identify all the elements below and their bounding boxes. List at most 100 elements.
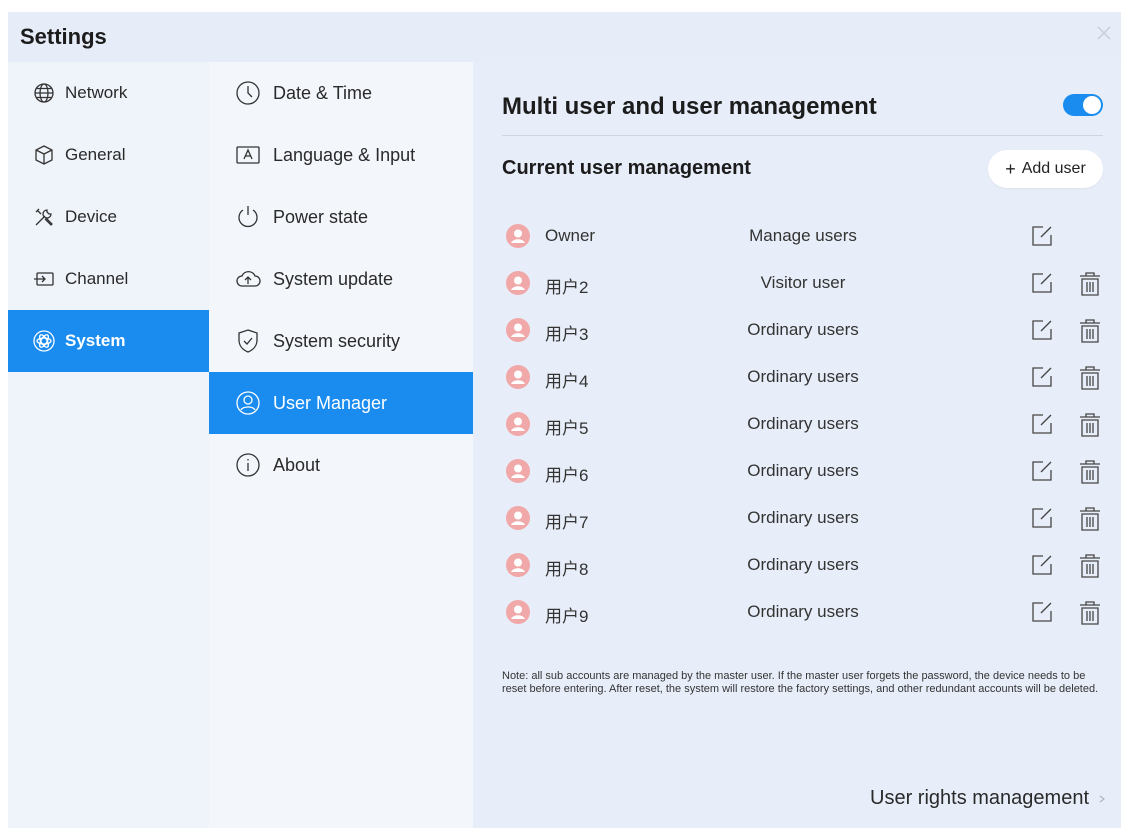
user-management-panel: Multi user and user management Current u… — [473, 62, 1121, 828]
user-name: 用户7 — [545, 513, 589, 532]
trash-icon[interactable] — [1077, 505, 1103, 533]
user-row: 用户5 Ordinary users — [473, 400, 1121, 447]
menu-item-label: Power state — [273, 206, 369, 227]
toggle-knob — [1083, 96, 1101, 114]
edit-icon[interactable] — [1029, 270, 1055, 296]
user-name: Owner — [545, 226, 596, 245]
user-rights-label: User rights management — [870, 787, 1089, 809]
user-role: Ordinary users — [747, 320, 859, 339]
user-rights-management-link[interactable]: User rights management — [870, 787, 1107, 810]
sidebar-item-label: Network — [65, 83, 128, 102]
trash-icon[interactable] — [1077, 317, 1103, 345]
trash-icon[interactable] — [1077, 599, 1103, 627]
chevron-right-icon — [1099, 795, 1105, 802]
divider — [502, 135, 1103, 136]
sidebar-item-network[interactable]: Network — [8, 62, 209, 124]
user-role: Ordinary users — [747, 367, 859, 386]
menu-item-user-manager[interactable]: User Manager — [209, 372, 473, 434]
menu-item-power-state[interactable]: Power state — [209, 186, 473, 248]
user-role: Visitor user — [760, 273, 846, 292]
edit-icon[interactable] — [1029, 411, 1055, 437]
sidebar-item-label: System — [65, 331, 126, 350]
avatar-icon — [506, 506, 530, 530]
globe-icon — [34, 83, 54, 103]
user-row: 用户4 Ordinary users — [473, 353, 1121, 400]
trash-icon[interactable] — [1077, 364, 1103, 392]
user-role: Manage users — [749, 226, 857, 245]
window-title: Settings — [20, 24, 107, 49]
sidebar-item-label: General — [65, 145, 126, 164]
sidebar-item-system[interactable]: System — [8, 310, 209, 372]
info-icon — [236, 453, 260, 477]
user-name: 用户4 — [545, 372, 589, 391]
trash-icon[interactable] — [1077, 458, 1103, 486]
menu-item-label: About — [273, 454, 321, 475]
user-name: 用户5 — [545, 419, 589, 438]
note-text: Note: all sub accounts are managed by th… — [502, 670, 1099, 695]
edit-icon[interactable] — [1029, 505, 1055, 531]
avatar-icon — [506, 224, 530, 248]
user-role: Ordinary users — [747, 555, 859, 574]
menu-item-about[interactable]: About — [209, 434, 473, 496]
user-name: 用户8 — [545, 560, 589, 579]
cube-icon — [35, 145, 53, 165]
user-row: 用户7 Ordinary users — [473, 494, 1121, 541]
menu-item-label: User Manager — [273, 392, 388, 413]
power-icon — [238, 206, 258, 228]
user-row: 用户9 Ordinary users — [473, 588, 1121, 635]
user-role: Ordinary users — [747, 508, 859, 527]
trash-icon[interactable] — [1077, 552, 1103, 580]
edit-icon[interactable] — [1029, 458, 1055, 484]
user-role: Ordinary users — [747, 602, 859, 621]
trash-icon[interactable] — [1077, 270, 1103, 298]
menu-item-language-input[interactable]: Language & Input — [209, 124, 473, 186]
menu-item-label: Language & Input — [273, 144, 416, 165]
user-name: 用户2 — [545, 278, 589, 297]
trash-icon[interactable] — [1077, 411, 1103, 439]
menu-item-label: System update — [273, 268, 394, 289]
clock-icon — [236, 81, 260, 105]
avatar-icon — [506, 600, 530, 624]
input-icon — [34, 272, 54, 286]
sidebar-item-label: Device — [65, 207, 117, 226]
section-title: Multi user and user management — [502, 93, 877, 120]
user-icon — [236, 391, 260, 415]
primary-sidebar: Network General Device Channel System — [8, 62, 209, 828]
avatar-icon — [506, 271, 530, 295]
edit-icon[interactable] — [1029, 317, 1055, 343]
avatar-icon — [506, 412, 530, 436]
avatar-icon — [506, 553, 530, 577]
tools-icon — [35, 208, 53, 226]
user-name: 用户3 — [545, 325, 589, 344]
edit-icon[interactable] — [1029, 552, 1055, 578]
avatar-icon — [506, 365, 530, 389]
user-row: Owner Manage users — [473, 212, 1121, 259]
subsection-title: Current user management — [502, 157, 751, 179]
menu-item-system-security[interactable]: System security — [209, 310, 473, 372]
user-row: 用户8 Ordinary users — [473, 541, 1121, 588]
menu-item-label: System security — [273, 330, 401, 351]
sidebar-item-channel[interactable]: Channel — [8, 248, 209, 310]
sidebar-item-label: Channel — [65, 269, 129, 288]
avatar-icon — [506, 459, 530, 483]
add-user-button[interactable]: + Add user — [988, 150, 1103, 188]
edit-icon[interactable] — [1029, 599, 1055, 625]
avatar-icon — [506, 318, 530, 342]
edit-icon[interactable] — [1029, 364, 1055, 390]
keyboard-a-icon — [236, 146, 260, 164]
settings-window: Settings Network General Device Channel … — [8, 12, 1121, 828]
add-user-label: Add user — [1021, 160, 1086, 177]
secondary-sidebar: Date & Time Language & Input Power state… — [209, 62, 473, 828]
sidebar-item-device[interactable]: Device — [8, 186, 209, 248]
shield-icon — [238, 329, 258, 353]
menu-item-system-update[interactable]: System update — [209, 248, 473, 310]
edit-icon[interactable] — [1029, 223, 1055, 249]
cloud-upload-icon — [236, 270, 261, 287]
menu-item-date-time[interactable]: Date & Time — [209, 62, 473, 124]
sidebar-item-general[interactable]: General — [8, 124, 209, 186]
multi-user-toggle[interactable] — [1063, 94, 1103, 116]
title-bar: Settings — [8, 12, 1121, 62]
user-role: Ordinary users — [747, 461, 859, 480]
close-icon[interactable] — [1095, 24, 1113, 42]
user-row: 用户3 Ordinary users — [473, 306, 1121, 353]
